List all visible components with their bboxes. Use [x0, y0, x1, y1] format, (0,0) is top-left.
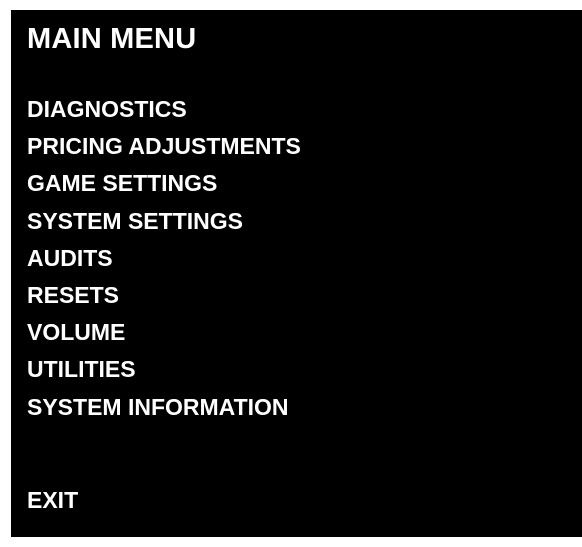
menu-item-game-settings[interactable]: GAME SETTINGS — [27, 165, 301, 202]
menu-item-diagnostics[interactable]: DIAGNOSTICS — [27, 91, 301, 128]
menu-item-volume[interactable]: VOLUME — [27, 314, 301, 351]
main-menu-screen: MAIN MENU DIAGNOSTICS PRICING ADJUSTMENT… — [11, 10, 582, 537]
menu-item-system-information[interactable]: SYSTEM INFORMATION — [27, 389, 301, 426]
menu-item-audits[interactable]: AUDITS — [27, 240, 301, 277]
menu-list: DIAGNOSTICS PRICING ADJUSTMENTS GAME SET… — [27, 91, 301, 426]
menu-item-pricing-adjustments[interactable]: PRICING ADJUSTMENTS — [27, 128, 301, 165]
menu-item-exit[interactable]: EXIT — [27, 482, 78, 519]
menu-item-utilities[interactable]: UTILITIES — [27, 351, 301, 388]
menu-item-system-settings[interactable]: SYSTEM SETTINGS — [27, 203, 301, 240]
menu-item-resets[interactable]: RESETS — [27, 277, 301, 314]
menu-title: MAIN MENU — [27, 23, 197, 55]
